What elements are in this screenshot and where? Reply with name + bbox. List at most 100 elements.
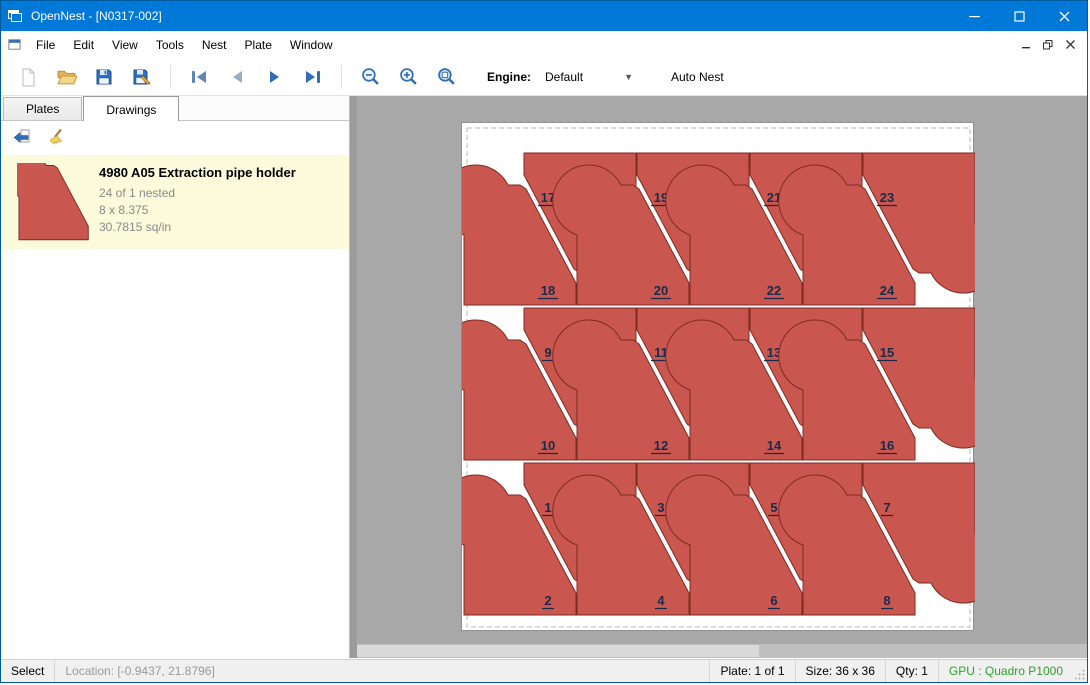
part-number-top: 23 — [880, 190, 894, 205]
horizontal-scrollbar[interactable] — [357, 644, 1087, 658]
mdi-restore-button[interactable] — [1037, 35, 1059, 55]
app-window: OpenNest - [N0317-002] File Edit View To… — [0, 0, 1088, 683]
open-folder-icon — [56, 66, 77, 87]
menu-item-edit[interactable]: Edit — [64, 33, 103, 57]
app-icon — [1, 8, 29, 24]
drawing-item[interactable]: 4980 A05 Extraction pipe holder 24 of 1 … — [1, 155, 349, 249]
part-number-bottom: 8 — [883, 593, 890, 608]
nest-tile: 78 — [779, 463, 975, 615]
previous-plate-button[interactable] — [221, 62, 253, 92]
previous-arrow-icon — [227, 67, 247, 87]
import-drawing-icon — [11, 128, 31, 148]
save-as-button[interactable] — [126, 62, 158, 92]
menu-item-window[interactable]: Window — [281, 33, 342, 57]
engine-value: Default — [545, 70, 583, 84]
last-plate-button[interactable] — [297, 62, 329, 92]
status-size: Size: 36 x 36 — [795, 660, 885, 682]
last-arrow-icon — [303, 67, 323, 87]
next-arrow-icon — [265, 67, 285, 87]
sidebar: Plates Drawings — [1, 96, 350, 658]
part-number-bottom: 20 — [654, 283, 668, 298]
broom-icon — [45, 128, 65, 148]
menu-item-nest[interactable]: Nest — [193, 33, 236, 57]
zoom-in-button[interactable] — [392, 62, 424, 92]
save-edit-icon — [132, 67, 152, 87]
part-number-bottom: 12 — [654, 438, 668, 453]
window-title: OpenNest - [N0317-002] — [29, 9, 952, 23]
import-drawing-button[interactable] — [7, 125, 35, 151]
part-number-top: 9 — [544, 345, 551, 360]
menu-item-view[interactable]: View — [103, 33, 147, 57]
content-area: Plates Drawings — [1, 96, 1087, 658]
zoom-fit-button[interactable] — [430, 62, 462, 92]
new-file-icon — [18, 67, 38, 87]
menu-item-plate[interactable]: Plate — [236, 33, 281, 57]
part-number-bottom: 6 — [770, 593, 777, 608]
status-gpu: GPU : Quadro P1000 — [938, 660, 1073, 682]
part-number-bottom: 10 — [541, 438, 555, 453]
part-number-top: 7 — [883, 500, 890, 515]
part-number-top: 1 — [544, 500, 551, 515]
mdi-child-icon — [1, 37, 27, 52]
status-qty: Qty: 1 — [885, 660, 938, 682]
part-number-bottom: 24 — [880, 283, 895, 298]
drawing-thumbnail — [7, 163, 99, 241]
main-toolbar: Engine: Default ▼ Auto Nest — [1, 58, 1087, 96]
sidebar-tabstrip: Plates Drawings — [1, 96, 349, 121]
auto-nest-button[interactable]: Auto Nest — [663, 66, 732, 88]
open-button[interactable] — [50, 62, 82, 92]
mdi-minimize-button[interactable] — [1015, 35, 1037, 55]
menu-bar: File Edit View Tools Nest Plate Window — [1, 31, 1087, 58]
nest-canvas[interactable]: 171819202122232491011121314151612345678 — [350, 96, 1087, 658]
nest-svg: 171819202122232491011121314151612345678 — [462, 123, 975, 632]
scrollbar-thumb[interactable] — [357, 645, 759, 657]
menu-item-tools[interactable]: Tools — [147, 33, 193, 57]
chevron-down-icon: ▼ — [624, 72, 633, 82]
drawing-area: 30.7815 sq/in — [99, 219, 343, 236]
status-location: Location: [-0.9437, 21.8796] — [55, 660, 709, 682]
first-arrow-icon — [189, 67, 209, 87]
plate[interactable]: 171819202122232491011121314151612345678 — [461, 122, 974, 631]
tab-plates[interactable]: Plates — [3, 97, 82, 120]
part-number-bottom: 14 — [767, 438, 782, 453]
title-bar: OpenNest - [N0317-002] — [1, 1, 1087, 31]
part-number-bottom: 16 — [880, 438, 894, 453]
part-number-top: 3 — [657, 500, 664, 515]
nest-tile: 23 24 — [779, 153, 975, 305]
toolbar-separator — [341, 65, 342, 89]
part-number-bottom: 2 — [544, 593, 551, 608]
canvas-gutter — [350, 96, 357, 658]
tab-drawings[interactable]: Drawings — [83, 96, 179, 121]
minimize-button[interactable] — [952, 1, 997, 31]
drawing-title: 4980 A05 Extraction pipe holder — [99, 165, 343, 180]
engine-label: Engine: — [487, 70, 531, 84]
part-number-top: 15 — [880, 345, 894, 360]
next-plate-button[interactable] — [259, 62, 291, 92]
drawing-list: 4980 A05 Extraction pipe holder 24 of 1 … — [1, 155, 349, 658]
resize-grip[interactable] — [1073, 660, 1087, 682]
engine-select[interactable]: Default ▼ — [539, 67, 639, 87]
part-number-bottom: 18 — [541, 283, 555, 298]
new-button[interactable] — [12, 62, 44, 92]
drawing-nested-count: 24 of 1 nested — [99, 185, 343, 202]
zoom-out-button[interactable] — [354, 62, 386, 92]
zoom-fit-icon — [436, 66, 457, 87]
close-button[interactable] — [1042, 1, 1087, 31]
save-button[interactable] — [88, 62, 120, 92]
zoom-in-icon — [398, 66, 419, 87]
drawing-dimensions: 8 x 8.375 — [99, 202, 343, 219]
mdi-window-controls — [1015, 35, 1087, 55]
part-number-top: 5 — [770, 500, 777, 515]
status-plate: Plate: 1 of 1 — [709, 660, 794, 682]
maximize-button[interactable] — [997, 1, 1042, 31]
toolbar-separator — [170, 65, 171, 89]
zoom-out-icon — [360, 66, 381, 87]
first-plate-button[interactable] — [183, 62, 215, 92]
clean-button[interactable] — [41, 125, 69, 151]
status-mode: Select — [1, 660, 55, 682]
menu-item-file[interactable]: File — [27, 33, 64, 57]
part-number-bottom: 22 — [767, 283, 781, 298]
save-icon — [94, 67, 114, 87]
status-bar: Select Location: [-0.9437, 21.8796] Plat… — [1, 659, 1087, 682]
mdi-close-button[interactable] — [1059, 35, 1081, 55]
